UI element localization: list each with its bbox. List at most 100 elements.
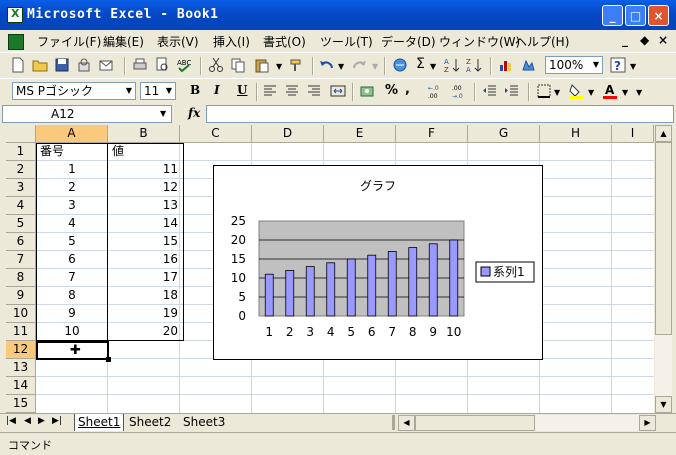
autosum-icon[interactable]: Σ xyxy=(416,56,425,72)
menu-view[interactable]: 表示(V) xyxy=(157,33,199,50)
vertical-scroll-thumb[interactable] xyxy=(655,142,672,335)
drawing-icon[interactable] xyxy=(520,57,536,73)
open-icon[interactable] xyxy=(32,57,48,73)
chart-bar[interactable] xyxy=(326,262,336,317)
redo-icon[interactable] xyxy=(352,57,368,73)
cell-b2[interactable]: 11 xyxy=(108,161,178,179)
cell-b11[interactable]: 20 xyxy=(108,323,178,341)
decrease-decimal-icon[interactable]: .00→.0 xyxy=(452,83,468,99)
font-name-dropdown-icon[interactable]: ▼ xyxy=(123,83,135,99)
copy-icon[interactable] xyxy=(230,57,246,73)
sheet-tab-sheet3[interactable]: Sheet3 xyxy=(180,414,228,431)
increase-decimal-icon[interactable]: ←.0.00 xyxy=(428,83,444,99)
select-all-button[interactable] xyxy=(6,125,36,143)
merge-center-icon[interactable] xyxy=(330,83,346,99)
cell-a8[interactable]: 7 xyxy=(36,269,108,287)
cell-b5[interactable]: 14 xyxy=(108,215,178,233)
row-header-10[interactable]: 10 xyxy=(6,305,36,323)
row-header-4[interactable]: 4 xyxy=(6,197,36,215)
borders-dropdown-icon[interactable]: ▼ xyxy=(554,88,560,97)
menu-tools[interactable]: ツール(T) xyxy=(320,33,373,50)
percent-style-button[interactable]: % xyxy=(385,83,398,98)
menu-window[interactable]: ウィンドウ(W) xyxy=(439,33,520,50)
row-header-11[interactable]: 11 xyxy=(6,323,36,341)
column-header-i[interactable]: I xyxy=(612,125,654,143)
cell-a4[interactable]: 3 xyxy=(36,197,108,215)
mdi-minimize-button[interactable]: _ xyxy=(622,33,628,47)
help-icon[interactable]: ? xyxy=(610,57,626,73)
minimize-button[interactable]: _ xyxy=(602,5,623,26)
column-header-h[interactable]: H xyxy=(540,125,612,143)
paste-icon[interactable] xyxy=(254,57,270,73)
chart-bar[interactable] xyxy=(387,251,397,317)
column-header-f[interactable]: F xyxy=(396,125,468,143)
chart-title[interactable]: グラフ xyxy=(360,179,396,193)
bold-button[interactable]: B xyxy=(190,83,200,97)
toolbar-options-icon[interactable]: ▼ xyxy=(630,62,636,71)
excel-app-icon[interactable] xyxy=(7,7,23,23)
scroll-up-button[interactable]: ▲ xyxy=(655,125,672,142)
chart-bar[interactable] xyxy=(449,239,459,317)
cell-b4[interactable]: 13 xyxy=(108,197,178,215)
mdi-restore-button[interactable]: ◆ xyxy=(640,33,649,47)
column-header-e[interactable]: E xyxy=(324,125,396,143)
row-header-6[interactable]: 6 xyxy=(6,233,36,251)
cell-a7[interactable]: 6 xyxy=(36,251,108,269)
increase-indent-icon[interactable] xyxy=(504,83,520,99)
row-header-13[interactable]: 13 xyxy=(6,359,36,377)
chart-bar[interactable] xyxy=(305,266,315,317)
close-button[interactable]: × xyxy=(648,5,669,26)
title-bar[interactable]: Microsoft Excel - Book1 _ □ × xyxy=(0,0,676,30)
menu-file[interactable]: ファイル(F) xyxy=(37,33,101,50)
fill-color-icon[interactable] xyxy=(568,83,584,99)
row-header-8[interactable]: 8 xyxy=(6,269,36,287)
format-painter-icon[interactable] xyxy=(288,57,304,73)
undo-icon[interactable] xyxy=(318,57,334,73)
save-icon[interactable] xyxy=(54,57,70,73)
currency-style-icon[interactable] xyxy=(360,83,376,99)
chart-bar[interactable] xyxy=(408,247,418,317)
cell-a10[interactable]: 9 xyxy=(36,305,108,323)
maximize-button[interactable]: □ xyxy=(625,5,646,26)
cell-a5[interactable]: 4 xyxy=(36,215,108,233)
borders-icon[interactable] xyxy=(536,83,552,99)
horizontal-scrollbar[interactable]: ◀ ▶ xyxy=(398,415,656,431)
column-header-g[interactable]: G xyxy=(468,125,540,143)
zoom-select[interactable]: 100% ▼ xyxy=(545,56,603,74)
cell-a1[interactable]: 番号 xyxy=(40,143,106,161)
font-color-dropdown-icon[interactable]: ▼ xyxy=(622,88,628,97)
font-color-icon[interactable]: A xyxy=(602,83,618,99)
name-box-dropdown-icon[interactable]: ▼ xyxy=(160,109,166,118)
column-header-d[interactable]: D xyxy=(252,125,324,143)
undo-dropdown-icon[interactable]: ▼ xyxy=(338,62,344,71)
font-name-select[interactable]: MS Pゴシック ▼ xyxy=(12,82,136,100)
next-sheet-button[interactable]: ▶ xyxy=(38,416,45,426)
cell-b8[interactable]: 17 xyxy=(108,269,178,287)
fill-color-dropdown-icon[interactable]: ▼ xyxy=(588,88,594,97)
spelling-icon[interactable]: ABC xyxy=(176,57,192,73)
horizontal-scroll-thumb[interactable] xyxy=(415,415,535,431)
redo-dropdown-icon[interactable]: ▼ xyxy=(372,62,378,71)
cell-a11[interactable]: 10 xyxy=(36,323,108,341)
row-header-12[interactable]: 12 xyxy=(6,341,36,359)
embedded-chart[interactable]: グラフ 0 5 10 15 20 25 1 2 3 4 5 6 7 8 9 10 系列1 xyxy=(213,165,543,360)
align-right-icon[interactable] xyxy=(306,83,322,99)
fill-handle[interactable] xyxy=(106,357,111,362)
chart-bar[interactable] xyxy=(428,243,438,317)
tab-split-handle[interactable] xyxy=(392,415,395,430)
decrease-indent-icon[interactable] xyxy=(482,83,498,99)
chart-bar[interactable] xyxy=(346,258,356,317)
italic-button[interactable]: I xyxy=(214,83,220,97)
permission-icon[interactable] xyxy=(76,57,92,73)
cell-a6[interactable]: 5 xyxy=(36,233,108,251)
sort-ascending-icon[interactable]: AZ xyxy=(444,57,460,73)
cell-b9[interactable]: 18 xyxy=(108,287,178,305)
cell-b6[interactable]: 15 xyxy=(108,233,178,251)
scroll-down-button[interactable]: ▼ xyxy=(655,396,672,413)
cell-a9[interactable]: 8 xyxy=(36,287,108,305)
row-header-1[interactable]: 1 xyxy=(6,143,36,161)
last-sheet-button[interactable]: ▶| xyxy=(52,416,62,426)
formula-input[interactable] xyxy=(206,105,674,123)
scroll-right-button[interactable]: ▶ xyxy=(639,415,656,431)
first-sheet-button[interactable]: |◀ xyxy=(6,416,16,426)
